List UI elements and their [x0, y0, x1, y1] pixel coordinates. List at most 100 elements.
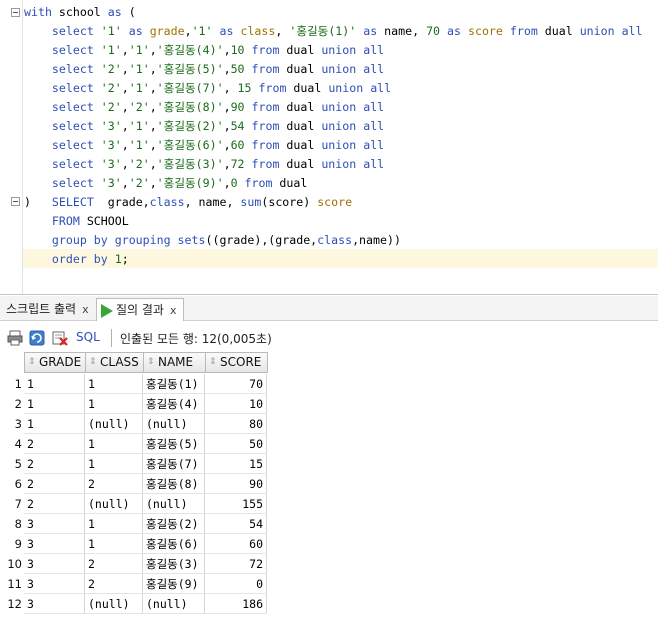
table-row[interactable]: 9 3 1 홍길동(6) 60	[0, 534, 268, 554]
print-icon[interactable]	[7, 330, 23, 346]
table-row[interactable]: 4 2 1 홍길동(5) 50	[0, 434, 268, 454]
cell-grade[interactable]: 2	[24, 474, 85, 494]
cell-score[interactable]: 72	[205, 554, 267, 574]
code-line[interactable]: select '2','1','홍길동(5)',50 from dual uni…	[24, 60, 643, 79]
cell-score[interactable]: 70	[205, 374, 267, 394]
cell-grade[interactable]: 2	[24, 454, 85, 474]
sort-icon: ⇕	[209, 357, 217, 367]
cell-class[interactable]: 2	[85, 474, 143, 494]
cell-score[interactable]: 54	[205, 514, 267, 534]
close-icon[interactable]: x	[170, 304, 177, 317]
table-row[interactable]: 6 2 2 홍길동(8) 90	[0, 474, 268, 494]
row-number: 8	[14, 517, 22, 531]
code-line[interactable]: select '2','2','홍길동(8)',90 from dual uni…	[24, 98, 643, 117]
cell-score[interactable]: 80	[205, 414, 267, 434]
code-line[interactable]: select '3','2','홍길동(9)',0 from dual	[24, 174, 643, 193]
cell-name[interactable]: (null)	[143, 414, 205, 434]
cell-name[interactable]: 홍길동(5)	[143, 434, 205, 454]
sql-editor[interactable]: with school as ( select '1' as grade,'1'…	[0, 0, 658, 295]
cell-name[interactable]: 홍길동(9)	[143, 574, 205, 594]
cell-name[interactable]: 홍길동(2)	[143, 514, 205, 534]
code-line[interactable]: group by grouping sets((grade),(grade,cl…	[24, 231, 643, 250]
cell-class[interactable]: (null)	[85, 414, 143, 434]
cell-score[interactable]: 50	[205, 434, 267, 454]
cell-score[interactable]: 0	[205, 574, 267, 594]
tab-script-output-label: 스크립트 출력	[6, 302, 77, 316]
cell-grade[interactable]: 3	[24, 594, 85, 614]
fold-toggle-icon[interactable]	[11, 8, 20, 17]
cell-name[interactable]: 홍길동(7)	[143, 454, 205, 474]
cell-class[interactable]: 1	[85, 374, 143, 394]
table-row[interactable]: 3 1 (null) (null) 80	[0, 414, 268, 434]
close-icon[interactable]: x	[82, 303, 89, 316]
cell-class[interactable]: 1	[85, 434, 143, 454]
row-number: 10	[7, 557, 22, 571]
table-row[interactable]: 1 1 1 홍길동(1) 70	[0, 374, 268, 394]
column-header-class[interactable]: ⇕ CLASS	[85, 352, 144, 373]
code-line[interactable]: select '3','2','홍길동(3)',72 from dual uni…	[24, 155, 643, 174]
cell-class[interactable]: 2	[85, 554, 143, 574]
cell-class[interactable]: 1	[85, 514, 143, 534]
column-header-score[interactable]: ⇕ SCORE	[205, 352, 268, 373]
code-line[interactable]: select '2','1','홍길동(7)', 15 from dual un…	[24, 79, 643, 98]
cell-name[interactable]: 홍길동(1)	[143, 374, 205, 394]
cell-score[interactable]: 90	[205, 474, 267, 494]
cell-grade[interactable]: 3	[24, 534, 85, 554]
tab-script-output[interactable]: 스크립트 출력 x	[0, 298, 95, 320]
table-row[interactable]: 12 3 (null) (null) 186	[0, 594, 268, 614]
table-row[interactable]: 11 3 2 홍길동(9) 0	[0, 574, 268, 594]
sql-view-link[interactable]: SQL	[76, 330, 100, 344]
cell-name[interactable]: 홍길동(6)	[143, 534, 205, 554]
code-line[interactable]: select '3','1','홍길동(6)',60 from dual uni…	[24, 136, 643, 155]
column-header-name[interactable]: ⇕ NAME	[143, 352, 206, 373]
cell-grade[interactable]: 3	[24, 574, 85, 594]
cell-score[interactable]: 155	[205, 494, 267, 514]
table-row[interactable]: 8 3 1 홍길동(2) 54	[0, 514, 268, 534]
cell-score[interactable]: 60	[205, 534, 267, 554]
code-line[interactable]: with school as (	[24, 3, 643, 22]
cell-score[interactable]: 15	[205, 454, 267, 474]
cell-grade[interactable]: 2	[24, 434, 85, 454]
row-number: 6	[14, 477, 22, 491]
cell-name[interactable]: (null)	[143, 494, 205, 514]
table-row[interactable]: 5 2 1 홍길동(7) 15	[0, 454, 268, 474]
refresh-icon[interactable]	[29, 330, 45, 346]
cell-score[interactable]: 186	[205, 594, 267, 614]
tab-query-result[interactable]: 질의 결과 x	[96, 298, 184, 321]
cell-grade[interactable]: 2	[24, 494, 85, 514]
cell-grade[interactable]: 1	[24, 374, 85, 394]
code-line[interactable]: FROM SCHOOL	[24, 212, 643, 231]
row-number: 5	[14, 457, 22, 471]
code-line[interactable]: select '1' as grade,'1' as class, '홍길동(1…	[24, 22, 643, 41]
cell-score[interactable]: 10	[205, 394, 267, 414]
code-line[interactable]: select '3','1','홍길동(2)',54 from dual uni…	[24, 117, 643, 136]
cell-grade[interactable]: 1	[24, 414, 85, 434]
cell-grade[interactable]: 3	[24, 554, 85, 574]
cell-grade[interactable]: 1	[24, 394, 85, 414]
cell-name[interactable]: 홍길동(4)	[143, 394, 205, 414]
sort-icon: ⇕	[89, 357, 97, 367]
table-row[interactable]: 2 1 1 홍길동(4) 10	[0, 394, 268, 414]
fold-toggle-icon[interactable]	[11, 197, 20, 206]
cell-class[interactable]: (null)	[85, 594, 143, 614]
cell-class[interactable]: (null)	[85, 494, 143, 514]
cell-class[interactable]: 1	[85, 454, 143, 474]
table-row[interactable]: 7 2 (null) (null) 155	[0, 494, 268, 514]
code-line[interactable]: ) SELECT grade,class, name, sum(score) s…	[24, 193, 643, 212]
cell-name[interactable]: (null)	[143, 594, 205, 614]
cancel-query-icon[interactable]	[52, 330, 68, 346]
cell-class[interactable]: 2	[85, 574, 143, 594]
cell-class[interactable]: 1	[85, 394, 143, 414]
cell-class[interactable]: 1	[85, 534, 143, 554]
code-line[interactable]: order by 1;	[24, 250, 643, 269]
cell-name[interactable]: 홍길동(8)	[143, 474, 205, 494]
sort-icon: ⇕	[28, 357, 36, 367]
cell-name[interactable]: 홍길동(3)	[143, 554, 205, 574]
row-number: 2	[14, 397, 22, 411]
cell-grade[interactable]: 3	[24, 514, 85, 534]
code-line[interactable]: select '1','1','홍길동(4)',10 from dual uni…	[24, 41, 643, 60]
table-row[interactable]: 10 3 2 홍길동(3) 72	[0, 554, 268, 574]
column-header-grade[interactable]: ⇕ GRADE	[24, 352, 86, 373]
sql-code[interactable]: with school as ( select '1' as grade,'1'…	[24, 3, 643, 269]
row-divider	[24, 613, 267, 614]
